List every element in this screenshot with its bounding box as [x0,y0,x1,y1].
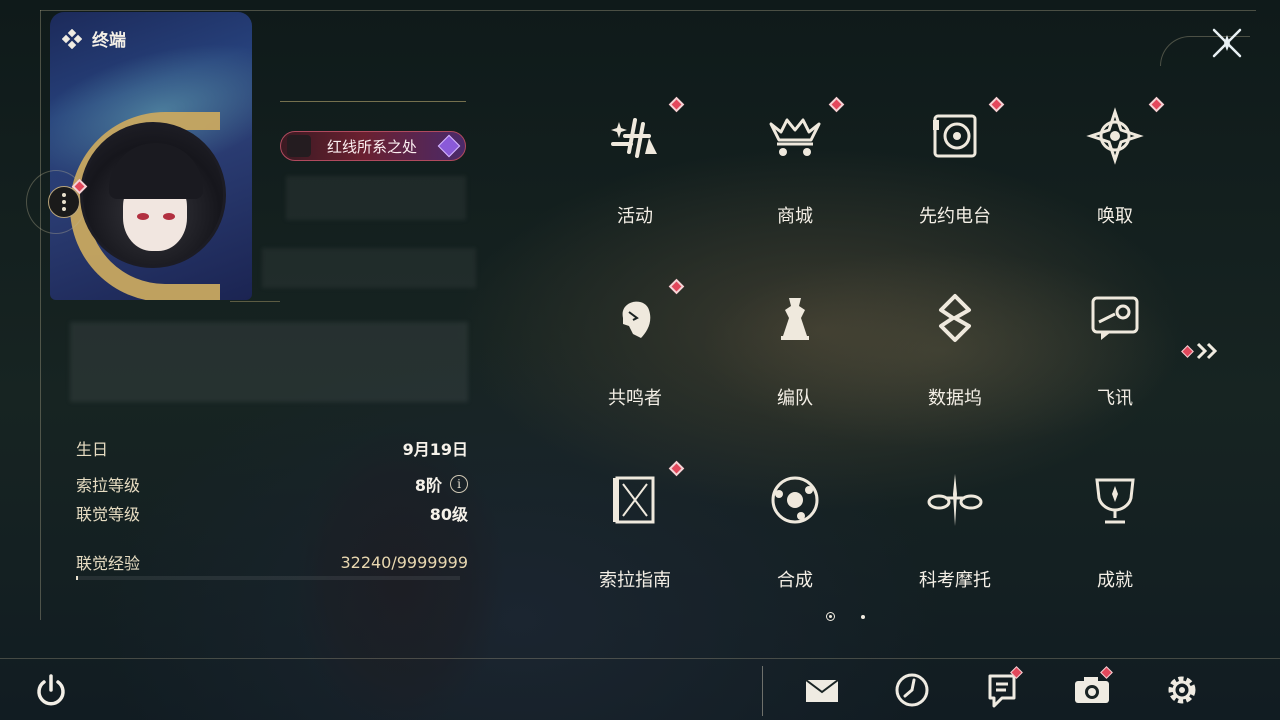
menu-item-synthesis[interactable]: 合成 [715,454,875,614]
menu-label: 飞讯 [1097,388,1133,409]
stat-value: 8阶 i [415,472,468,496]
page-title: 终端 [92,31,126,51]
menu-item-team[interactable]: 编队 [715,272,875,432]
stat-label: 生日 [76,440,109,459]
menu-item-motorcycle[interactable]: 科考摩托 [875,454,1035,614]
clock-icon [895,673,929,707]
menu-item-data-bank[interactable]: 数据坞 [875,272,1035,432]
dot [62,207,66,211]
avatar-portrait[interactable] [80,122,226,268]
notification-badge [668,460,685,477]
page-header: 终端 [62,26,126,51]
more-options-button[interactable] [48,186,80,218]
close-icon[interactable] [1210,26,1244,60]
frame-line-left [40,10,41,620]
stat-value: 80级 [429,505,468,524]
dot [62,193,66,197]
notification-badge [1148,96,1165,113]
achievement-icon [1095,478,1135,524]
menu-item-convene[interactable]: 唤取 [1035,90,1195,250]
settings-icon [1168,676,1196,704]
notification-badge [668,96,685,113]
title-avatar-mini [287,135,311,157]
menu-label: 科考摩托 [919,570,991,591]
page-dot-active[interactable] [826,612,835,621]
settings-button[interactable] [1162,670,1202,710]
avatar-eye [137,213,149,220]
menu-label: 活动 [617,206,653,227]
notice-button[interactable] [982,666,1023,710]
title-banner-text: 红线所系之处 [327,137,418,156]
terminal-icon [62,28,82,49]
divider-line [230,301,280,302]
stat-union-exp: 联觉经验 32240/9999999 [76,550,468,574]
data-bank-icon [939,294,971,342]
activity-icon [611,118,657,158]
menu-label: 共鸣者 [608,388,662,409]
mail-button[interactable] [802,670,842,710]
menu-item-resonators[interactable]: 共鸣者 [555,272,715,432]
bottom-bar-divider [0,658,1280,659]
title-banner[interactable]: 红线所系之处 [280,131,466,161]
stat-value: 9月19日 [402,440,468,459]
exp-progress-fill [76,576,79,580]
stat-value: 32240/9999999 [340,552,468,572]
page-indicator [826,612,865,621]
team-icon [781,298,809,340]
menu-item-messages[interactable]: 飞讯 [1035,272,1195,432]
menu-label: 数据坞 [928,388,982,409]
menu-label: 索拉指南 [599,570,671,591]
notification-badge [1181,344,1194,358]
synthesis-icon [771,476,819,524]
menu-item-activity[interactable]: 活动 [555,90,715,250]
convene-icon [1086,107,1144,165]
avatar-hair [109,143,203,199]
guidebook-icon [613,476,655,524]
motorcycle-icon [927,474,983,526]
notification-badge [988,96,1005,113]
info-icon[interactable]: i [450,475,468,493]
shop-icon [769,118,821,156]
menu-label: 唤取 [1097,206,1133,227]
blurred-uid [262,248,476,288]
messages-icon [1091,296,1139,340]
gem-icon [437,134,461,158]
mail-icon [805,679,839,702]
menu-label: 成就 [1097,570,1133,591]
page-dot[interactable] [861,614,865,619]
menu-label: 先约电台 [919,206,991,227]
frame-line-top [40,10,1256,11]
menu-item-shop[interactable]: 商城 [715,90,875,250]
stat-label: 索拉等级 [76,476,141,495]
menu-label: 编队 [777,388,813,409]
menu-item-achievements[interactable]: 成就 [1035,454,1195,614]
power-icon[interactable] [32,672,70,710]
menu-grid: 活动 商城 先约电台 唤取 共鸣者 编队 数据坞 飞讯 索拉指南 合成 科考摩托… [555,90,1195,600]
double-chevron-right-icon [1196,342,1218,360]
avatar-eye [163,213,175,220]
menu-label: 合成 [777,570,813,591]
title-divider [280,101,466,102]
resonator-icon [622,301,651,338]
clock-button[interactable] [892,670,932,710]
bottom-bar-separator [762,666,763,716]
next-page-button[interactable] [1181,340,1223,362]
notification-badge [668,278,685,295]
radio-icon [933,114,977,158]
menu-item-guidebook[interactable]: 索拉指南 [555,454,715,614]
exp-progress-bar [76,576,460,580]
sola-level-value: 8阶 [414,476,442,495]
menu-label: 商城 [777,206,813,227]
stat-label: 联觉经验 [76,554,141,573]
camera-button[interactable] [1072,666,1113,710]
stat-label: 联觉等级 [76,505,141,524]
stat-birthday: 生日 9月19日 [76,436,468,460]
dot [62,200,66,204]
blurred-name [286,176,466,220]
notification-badge [828,96,845,113]
blurred-signature [70,322,468,402]
stat-union-level: 联觉等级 80级 [76,501,468,525]
stat-sola-level: 索拉等级 8阶 i [76,472,468,496]
menu-item-radio[interactable]: 先约电台 [875,90,1035,250]
